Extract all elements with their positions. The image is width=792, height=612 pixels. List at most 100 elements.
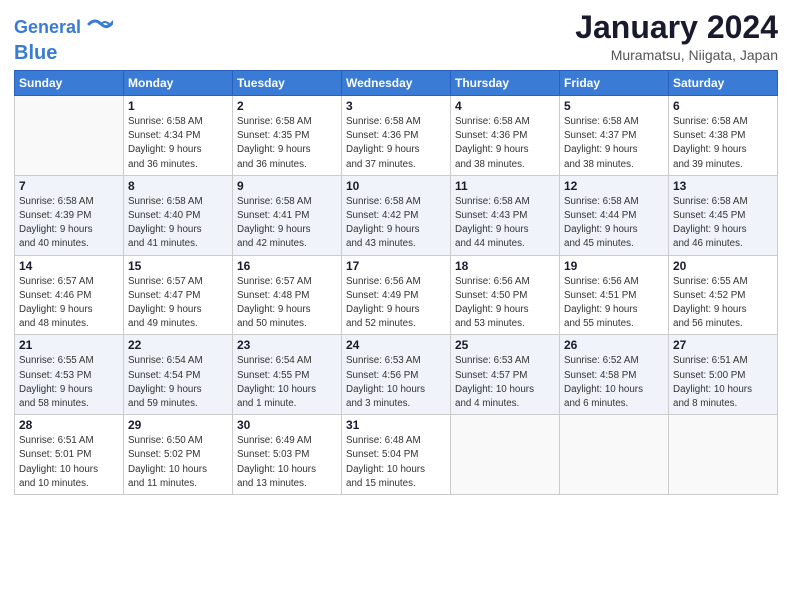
day-info: Sunrise: 6:58 AM Sunset: 4:36 PM Dayligh… — [455, 115, 555, 172]
calendar-cell: 5 Sunrise: 6:58 AM Sunset: 4:37 PM Daylig… — [560, 96, 669, 176]
calendar-week-3: 14Sunrise: 6:57 AM Sunset: 4:46 PM Dayli… — [15, 255, 778, 335]
calendar-week-5: 28Sunrise: 6:51 AM Sunset: 5:01 PM Dayli… — [15, 415, 778, 495]
day-number: 5 — [564, 99, 664, 113]
calendar-cell: 15 Sunrise: 6:57 AM Sunset: 4:47 PM Dayli… — [124, 255, 233, 335]
day-info: Sunrise: 6:51 AM Sunset: 5:00 PM Dayligh… — [673, 354, 773, 411]
calendar-cell: 6 Sunrise: 6:58 AM Sunset: 4:38 PM Daylig… — [669, 96, 778, 176]
calendar-cell: 13 Sunrise: 6:58 AM Sunset: 4:45 PM Dayli… — [669, 175, 778, 255]
calendar-cell: 28Sunrise: 6:51 AM Sunset: 5:01 PM Dayli… — [15, 415, 124, 495]
day-number: 6 — [673, 99, 773, 113]
day-number: 27 — [673, 338, 773, 352]
day-number: 22 — [128, 338, 228, 352]
calendar-cell: 7 Sunrise: 6:58 AM Sunset: 4:39 PM Daylig… — [15, 175, 124, 255]
calendar-week-1: 1 Sunrise: 6:58 AM Sunset: 4:34 PM Daylig… — [15, 96, 778, 176]
main-title: January 2024 — [575, 10, 778, 45]
day-info: Sunrise: 6:56 AM Sunset: 4:49 PM Dayligh… — [346, 275, 446, 332]
day-info: Sunrise: 6:49 AM Sunset: 5:03 PM Dayligh… — [237, 434, 337, 491]
day-number: 4 — [455, 99, 555, 113]
day-number: 20 — [673, 259, 773, 273]
calendar-week-4: 21 Sunrise: 6:55 AM Sunset: 4:53 PM Dayli… — [15, 335, 778, 415]
day-number: 29 — [128, 418, 228, 432]
calendar-cell — [15, 96, 124, 176]
day-number: 3 — [346, 99, 446, 113]
day-number: 19 — [564, 259, 664, 273]
day-info: Sunrise: 6:53 AM Sunset: 4:56 PM Dayligh… — [346, 354, 446, 411]
calendar-cell: 17 Sunrise: 6:56 AM Sunset: 4:49 PM Dayli… — [342, 255, 451, 335]
day-info: Sunrise: 6:58 AM Sunset: 4:37 PM Dayligh… — [564, 115, 664, 172]
day-info: Sunrise: 6:52 AM Sunset: 4:58 PM Dayligh… — [564, 354, 664, 411]
day-number: 7 — [19, 179, 119, 193]
calendar-cell: 10 Sunrise: 6:58 AM Sunset: 4:42 PM Dayli… — [342, 175, 451, 255]
title-block: January 2024 Muramatsu, Niigata, Japan — [575, 10, 778, 63]
day-number: 21 — [19, 338, 119, 352]
calendar-cell: 1 Sunrise: 6:58 AM Sunset: 4:34 PM Daylig… — [124, 96, 233, 176]
logo-icon — [85, 14, 113, 42]
day-number: 31 — [346, 418, 446, 432]
day-info: Sunrise: 6:56 AM Sunset: 4:51 PM Dayligh… — [564, 275, 664, 332]
day-info: Sunrise: 6:58 AM Sunset: 4:43 PM Dayligh… — [455, 195, 555, 252]
day-info: Sunrise: 6:53 AM Sunset: 4:57 PM Dayligh… — [455, 354, 555, 411]
day-info: Sunrise: 6:58 AM Sunset: 4:40 PM Dayligh… — [128, 195, 228, 252]
day-info: Sunrise: 6:57 AM Sunset: 4:47 PM Dayligh… — [128, 275, 228, 332]
day-number: 8 — [128, 179, 228, 193]
calendar-cell: 30 Sunrise: 6:49 AM Sunset: 5:03 PM Dayli… — [233, 415, 342, 495]
calendar-cell: 24 Sunrise: 6:53 AM Sunset: 4:56 PM Dayli… — [342, 335, 451, 415]
day-info: Sunrise: 6:57 AM Sunset: 4:46 PM Dayligh… — [19, 275, 119, 332]
day-info: Sunrise: 6:58 AM Sunset: 4:35 PM Dayligh… — [237, 115, 337, 172]
day-info: Sunrise: 6:50 AM Sunset: 5:02 PM Dayligh… — [128, 434, 228, 491]
day-number: 15 — [128, 259, 228, 273]
calendar-cell — [560, 415, 669, 495]
calendar-cell: 21 Sunrise: 6:55 AM Sunset: 4:53 PM Dayli… — [15, 335, 124, 415]
calendar-cell: 12Sunrise: 6:58 AM Sunset: 4:44 PM Dayli… — [560, 175, 669, 255]
day-number: 24 — [346, 338, 446, 352]
day-info: Sunrise: 6:58 AM Sunset: 4:45 PM Dayligh… — [673, 195, 773, 252]
col-saturday: Saturday — [669, 71, 778, 96]
day-number: 23 — [237, 338, 337, 352]
logo-text: General — [14, 18, 81, 38]
day-number: 1 — [128, 99, 228, 113]
day-number: 11 — [455, 179, 555, 193]
col-thursday: Thursday — [451, 71, 560, 96]
day-info: Sunrise: 6:55 AM Sunset: 4:53 PM Dayligh… — [19, 354, 119, 411]
day-info: Sunrise: 6:58 AM Sunset: 4:36 PM Dayligh… — [346, 115, 446, 172]
main-container: General Blue January 2024 Muramatsu, Nii… — [0, 0, 792, 505]
day-info: Sunrise: 6:55 AM Sunset: 4:52 PM Dayligh… — [673, 275, 773, 332]
day-info: Sunrise: 6:58 AM Sunset: 4:41 PM Dayligh… — [237, 195, 337, 252]
day-info: Sunrise: 6:56 AM Sunset: 4:50 PM Dayligh… — [455, 275, 555, 332]
day-number: 13 — [673, 179, 773, 193]
day-number: 12 — [564, 179, 664, 193]
calendar-cell: 18Sunrise: 6:56 AM Sunset: 4:50 PM Dayli… — [451, 255, 560, 335]
day-number: 2 — [237, 99, 337, 113]
day-info: Sunrise: 6:58 AM Sunset: 4:42 PM Dayligh… — [346, 195, 446, 252]
col-sunday: Sunday — [15, 71, 124, 96]
day-number: 30 — [237, 418, 337, 432]
day-info: Sunrise: 6:58 AM Sunset: 4:39 PM Dayligh… — [19, 195, 119, 252]
day-number: 28 — [19, 418, 119, 432]
day-info: Sunrise: 6:58 AM Sunset: 4:34 PM Dayligh… — [128, 115, 228, 172]
calendar-cell: 26 Sunrise: 6:52 AM Sunset: 4:58 PM Dayli… — [560, 335, 669, 415]
day-info: Sunrise: 6:58 AM Sunset: 4:38 PM Dayligh… — [673, 115, 773, 172]
logo-general: General — [14, 17, 81, 37]
day-number: 26 — [564, 338, 664, 352]
calendar-cell: 25 Sunrise: 6:53 AM Sunset: 4:57 PM Dayli… — [451, 335, 560, 415]
calendar-cell: 22Sunrise: 6:54 AM Sunset: 4:54 PM Dayli… — [124, 335, 233, 415]
calendar-cell: 29 Sunrise: 6:50 AM Sunset: 5:02 PM Dayli… — [124, 415, 233, 495]
calendar-week-2: 7 Sunrise: 6:58 AM Sunset: 4:39 PM Daylig… — [15, 175, 778, 255]
day-number: 25 — [455, 338, 555, 352]
calendar-cell: 31 Sunrise: 6:48 AM Sunset: 5:04 PM Dayli… — [342, 415, 451, 495]
calendar-cell: 16 Sunrise: 6:57 AM Sunset: 4:48 PM Dayli… — [233, 255, 342, 335]
day-info: Sunrise: 6:48 AM Sunset: 5:04 PM Dayligh… — [346, 434, 446, 491]
day-number: 16 — [237, 259, 337, 273]
day-number: 10 — [346, 179, 446, 193]
calendar-cell: 27 Sunrise: 6:51 AM Sunset: 5:00 PM Dayli… — [669, 335, 778, 415]
logo: General Blue — [14, 14, 113, 64]
day-number: 17 — [346, 259, 446, 273]
calendar-cell: 23Sunrise: 6:54 AM Sunset: 4:55 PM Dayli… — [233, 335, 342, 415]
calendar-cell: 20 Sunrise: 6:55 AM Sunset: 4:52 PM Dayli… — [669, 255, 778, 335]
day-info: Sunrise: 6:57 AM Sunset: 4:48 PM Dayligh… — [237, 275, 337, 332]
calendar-cell: 8 Sunrise: 6:58 AM Sunset: 4:40 PM Daylig… — [124, 175, 233, 255]
col-monday: Monday — [124, 71, 233, 96]
calendar-cell: 19 Sunrise: 6:56 AM Sunset: 4:51 PM Dayli… — [560, 255, 669, 335]
logo-blue: Blue — [14, 42, 113, 64]
calendar-header-row: Sunday Monday Tuesday Wednesday Thursday… — [15, 71, 778, 96]
